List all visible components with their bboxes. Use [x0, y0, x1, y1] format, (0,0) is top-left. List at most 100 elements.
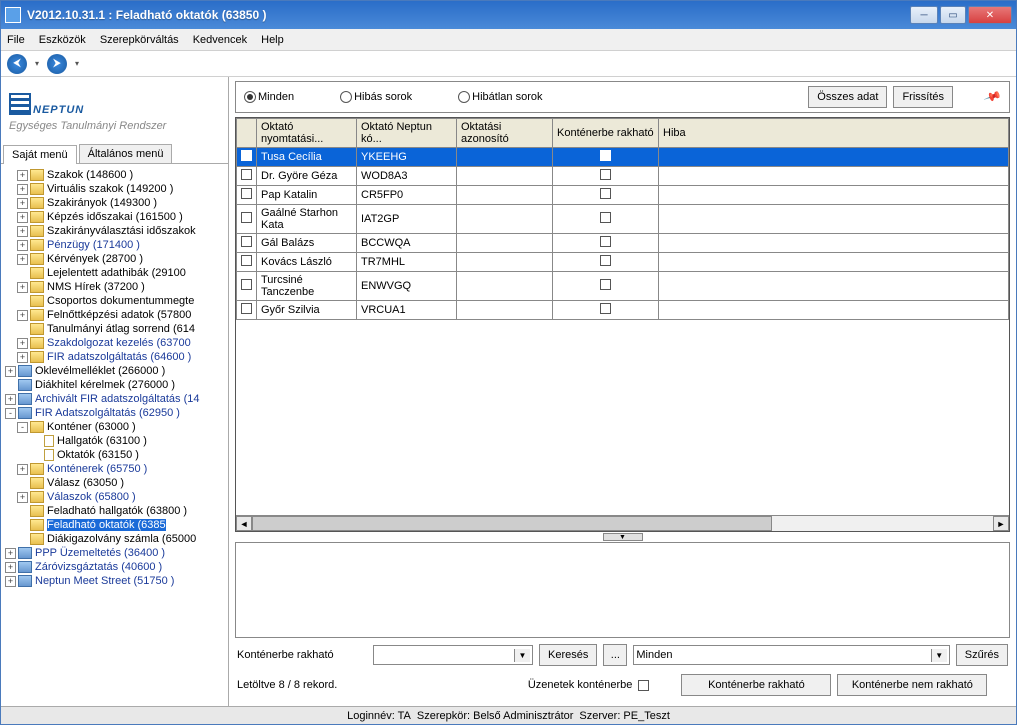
- row-checkbox[interactable]: [241, 212, 252, 223]
- close-button[interactable]: ✕: [968, 6, 1012, 24]
- tree-item[interactable]: Lejelentett adathibák (29100: [3, 266, 226, 280]
- menu-file[interactable]: File: [7, 34, 25, 46]
- cell-container-checkbox[interactable]: [600, 303, 611, 314]
- tree-item[interactable]: +Konténerek (65750 ): [3, 462, 226, 476]
- scroll-thumb[interactable]: [252, 516, 772, 531]
- table-row[interactable]: Győr SzilviaVRCUA1: [237, 301, 1009, 320]
- expand-icon[interactable]: +: [17, 464, 28, 475]
- tree-item[interactable]: +Kérvények (28700 ): [3, 252, 226, 266]
- tree-item[interactable]: +Szakdolgozat kezelés (63700: [3, 336, 226, 350]
- tree-item[interactable]: +Szakok (148600 ): [3, 168, 226, 182]
- menu-fav[interactable]: Kedvencek: [193, 34, 247, 46]
- tree-item[interactable]: +Neptun Meet Street (51750 ): [3, 574, 226, 588]
- tree-item[interactable]: Feladható hallgatók (63800 ): [3, 504, 226, 518]
- splitter[interactable]: ▼: [235, 532, 1010, 542]
- back-dropdown[interactable]: ▾: [33, 59, 41, 68]
- table-row[interactable]: Gaálné Starhon KataIAT2GP: [237, 205, 1009, 234]
- back-button[interactable]: ⮜: [7, 54, 27, 74]
- col-error[interactable]: Hiba: [659, 119, 1009, 148]
- tree-item[interactable]: +Archivált FIR adatszolgáltatás (14: [3, 392, 226, 406]
- tree-item[interactable]: Diákigazolvány számla (65000: [3, 532, 226, 546]
- cell-container-checkbox[interactable]: [600, 236, 611, 247]
- expand-icon[interactable]: +: [5, 366, 16, 377]
- expand-icon[interactable]: +: [17, 254, 28, 265]
- tree-item[interactable]: +PPP Üzemeltetés (36400 ): [3, 546, 226, 560]
- forward-button[interactable]: ⮞: [47, 54, 67, 74]
- tree-item[interactable]: Diákhitel kérelmek (276000 ): [3, 378, 226, 392]
- expand-icon[interactable]: +: [5, 394, 16, 405]
- tree-item[interactable]: +FIR adatszolgáltatás (64600 ): [3, 350, 226, 364]
- expand-icon[interactable]: +: [17, 170, 28, 181]
- row-checkbox[interactable]: [241, 303, 252, 314]
- tree-item[interactable]: +Szakirányok (149300 ): [3, 196, 226, 210]
- tab-own-menu[interactable]: Saját menü: [3, 145, 77, 164]
- set-container-yes-button[interactable]: Konténerbe rakható: [681, 674, 831, 696]
- tree-item[interactable]: +NMS Hírek (37200 ): [3, 280, 226, 294]
- tree-item[interactable]: Csoportos dokumentummegte: [3, 294, 226, 308]
- cell-container-checkbox[interactable]: [600, 255, 611, 266]
- table-row[interactable]: Pap KatalinCR5FP0: [237, 186, 1009, 205]
- tree-item[interactable]: +Pénzügy (171400 ): [3, 238, 226, 252]
- cell-container-checkbox[interactable]: [600, 279, 611, 290]
- tree-item[interactable]: Válasz (63050 ): [3, 476, 226, 490]
- radio-noerror[interactable]: Hibátlan sorok: [458, 91, 542, 103]
- chevron-down-icon[interactable]: ▼: [514, 649, 530, 662]
- value-combo[interactable]: ▼: [373, 645, 533, 665]
- row-checkbox[interactable]: [241, 169, 252, 180]
- expand-icon[interactable]: +: [17, 338, 28, 349]
- row-checkbox[interactable]: [241, 188, 252, 199]
- radio-all[interactable]: Minden: [244, 91, 294, 103]
- tree-item[interactable]: +Válaszok (65800 ): [3, 490, 226, 504]
- tree-item[interactable]: +Képzés időszakai (161500 ): [3, 210, 226, 224]
- cell-container-checkbox[interactable]: [600, 188, 611, 199]
- chevron-down-icon[interactable]: ▼: [931, 649, 947, 662]
- minimize-button[interactable]: ─: [910, 6, 938, 24]
- scroll-right-icon[interactable]: ►: [993, 516, 1009, 531]
- detail-panel[interactable]: [235, 542, 1010, 638]
- row-checkbox[interactable]: [241, 236, 252, 247]
- row-checkbox[interactable]: [241, 255, 252, 266]
- set-container-no-button[interactable]: Konténerbe nem rakható: [837, 674, 987, 696]
- maximize-button[interactable]: ▭: [940, 6, 966, 24]
- msg-checkbox[interactable]: [638, 680, 649, 691]
- expand-icon[interactable]: +: [17, 226, 28, 237]
- table-row[interactable]: Gál BalázsBCCWQA: [237, 234, 1009, 253]
- expand-icon[interactable]: -: [5, 408, 16, 419]
- menu-help[interactable]: Help: [261, 34, 284, 46]
- row-checkbox[interactable]: [241, 150, 252, 161]
- table-row[interactable]: Turcsiné TanczenbeENWVGQ: [237, 272, 1009, 301]
- expand-icon[interactable]: +: [5, 548, 16, 559]
- radio-error[interactable]: Hibás sorok: [340, 91, 412, 103]
- filter-combo[interactable]: Minden▼: [633, 645, 949, 665]
- col-name[interactable]: Oktató nyomtatási...: [257, 119, 357, 148]
- table-row[interactable]: Kovács LászlóTR7MHL: [237, 253, 1009, 272]
- tree-item[interactable]: -FIR Adatszolgáltatás (62950 ): [3, 406, 226, 420]
- all-data-button[interactable]: Összes adat: [808, 86, 887, 108]
- expand-icon[interactable]: +: [17, 352, 28, 363]
- tree-item[interactable]: +Virtuális szakok (149200 ): [3, 182, 226, 196]
- cell-container-checkbox[interactable]: [600, 212, 611, 223]
- browse-button[interactable]: ...: [603, 644, 627, 666]
- tree-item[interactable]: Tanulmányi átlag sorrend (614: [3, 322, 226, 336]
- filter-button[interactable]: Szűrés: [956, 644, 1008, 666]
- title-bar[interactable]: V2012.10.31.1 : Feladható oktatók (63850…: [1, 1, 1016, 29]
- tree-item[interactable]: +Oklevélmelléklet (266000 ): [3, 364, 226, 378]
- expand-icon[interactable]: +: [17, 310, 28, 321]
- expand-icon[interactable]: +: [17, 282, 28, 293]
- expand-icon[interactable]: +: [5, 562, 16, 573]
- tree-item[interactable]: Oktatók (63150 ): [3, 448, 226, 462]
- row-checkbox[interactable]: [241, 279, 252, 290]
- table-row[interactable]: Dr. Györe GézaWOD8A3: [237, 167, 1009, 186]
- tab-general-menu[interactable]: Általános menü: [79, 144, 173, 163]
- grid-hscroll[interactable]: ◄ ►: [236, 515, 1009, 531]
- expand-icon[interactable]: +: [17, 184, 28, 195]
- expand-icon[interactable]: +: [17, 240, 28, 251]
- table-row[interactable]: Tusa CecíliaYKEEHG: [237, 148, 1009, 167]
- expand-icon[interactable]: +: [17, 212, 28, 223]
- menu-role[interactable]: Szerepkörváltás: [100, 34, 179, 46]
- pin-icon[interactable]: [983, 87, 1003, 106]
- col-container[interactable]: Konténerbe rakható: [553, 119, 659, 148]
- tree-item[interactable]: -Konténer (63000 ): [3, 420, 226, 434]
- cell-container-checkbox[interactable]: [600, 169, 611, 180]
- nav-tree[interactable]: +Szakok (148600 )+Virtuális szakok (1492…: [1, 164, 228, 706]
